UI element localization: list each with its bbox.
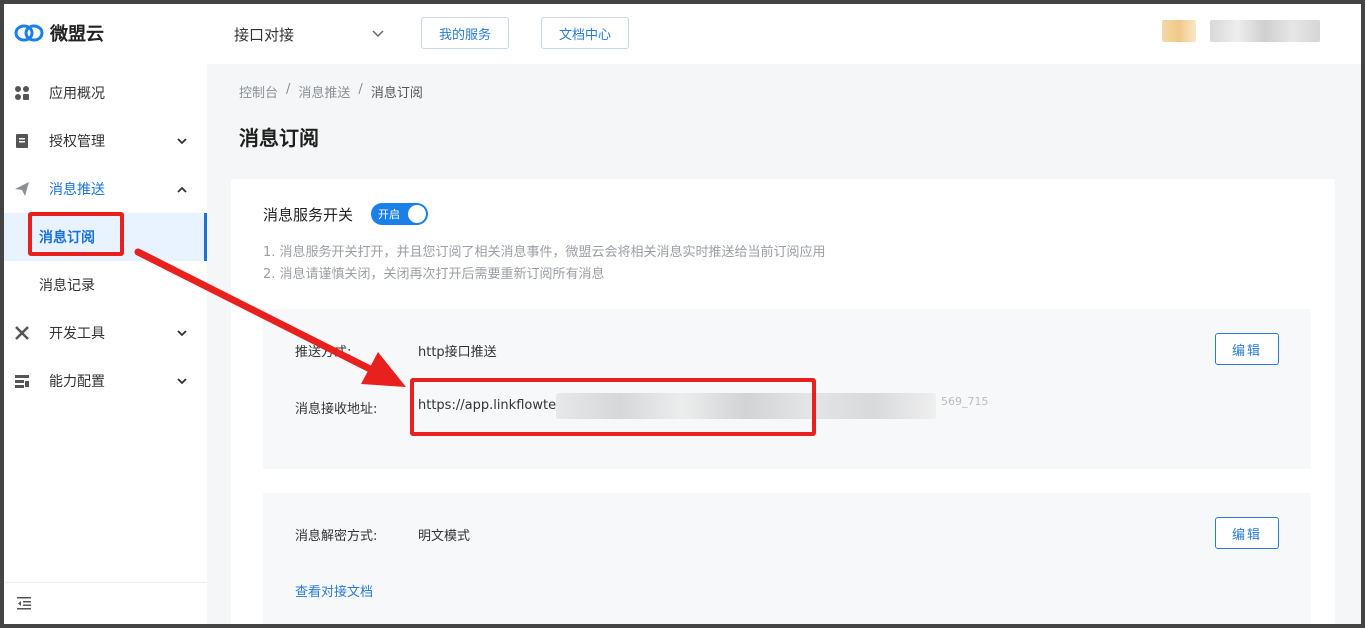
- sidebar-item-label: 能力配置: [49, 374, 105, 390]
- sidebar-item-label: 应用概况: [49, 86, 105, 102]
- breadcrumb: 控制台 / 消息推送 / 消息订阅: [239, 82, 423, 101]
- sidebar-item-auth-management[interactable]: 授权管理: [4, 117, 207, 165]
- receive-url-label: 消息接收地址:: [295, 402, 378, 417]
- message-service-toggle[interactable]: 开启: [371, 203, 429, 225]
- tip-line-1: 1. 消息服务开关打开，并且您订阅了相关消息事件，微盟云会将相关消息实时推送给当…: [263, 245, 826, 260]
- decrypt-method-value: 明文模式: [418, 529, 471, 544]
- sidebar-item-dev-tools[interactable]: 开发工具: [4, 309, 207, 357]
- breadcrumb-separator: /: [358, 82, 363, 97]
- chevron-down-icon: [176, 327, 188, 339]
- decrypt-config-section: 消息解密方式: 明文模式 编辑 查看对接文档: [263, 493, 1311, 624]
- push-method-label: 推送方式:: [295, 345, 352, 360]
- app-overview-icon: [14, 85, 30, 101]
- toggle-state-text: 开启: [378, 208, 401, 221]
- weimob-logo-icon: [14, 24, 44, 42]
- toggle-knob: [408, 205, 427, 223]
- sidebar-item-app-overview[interactable]: 应用概况: [4, 69, 207, 117]
- breadcrumb-current: 消息订阅: [370, 86, 423, 101]
- app-selector[interactable]: 接口对接: [234, 22, 384, 46]
- tools-icon: [14, 325, 30, 341]
- tip-line-2: 2. 消息请谨慎关闭，关闭再次打开后需要重新订阅所有消息: [263, 267, 605, 282]
- my-services-button[interactable]: 我的服务: [421, 17, 509, 49]
- avatar[interactable]: [1162, 20, 1196, 42]
- message-service-switch-row: 消息服务开关 开启: [263, 203, 429, 225]
- sidebar-item-label: 开发工具: [49, 326, 105, 342]
- sidebar-item-message-records[interactable]: 消息记录: [4, 261, 207, 309]
- logo[interactable]: 微盟云: [14, 20, 104, 46]
- sidebar-footer: [4, 582, 207, 624]
- sidebar-item-label: 消息推送: [49, 182, 105, 198]
- chevron-down-icon: [176, 375, 188, 387]
- highlight-box-menu: [28, 212, 124, 256]
- chevron-down-icon: [372, 30, 384, 38]
- breadcrumb-separator: /: [286, 82, 291, 97]
- page-title: 消息订阅: [239, 126, 319, 150]
- sidebar: 应用概况 授权管理 消息推送 消息订阅 消息记录 开发工具 能力配置: [4, 64, 207, 624]
- top-bar: 微盟云 接口对接 我的服务 文档中心: [4, 4, 1361, 64]
- push-method-value: http接口推送: [418, 345, 497, 360]
- breadcrumb-console[interactable]: 控制台: [239, 82, 278, 101]
- auth-doc-icon: [14, 133, 30, 149]
- send-icon: [14, 181, 30, 197]
- sidebar-item-message-push[interactable]: 消息推送: [4, 165, 207, 213]
- edit-decrypt-button[interactable]: 编辑: [1215, 517, 1279, 549]
- view-docs-link[interactable]: 查看对接文档: [295, 581, 373, 600]
- sidebar-item-capability-config[interactable]: 能力配置: [4, 357, 207, 405]
- switch-label: 消息服务开关: [263, 205, 354, 224]
- edit-push-button[interactable]: 编辑: [1215, 333, 1279, 365]
- user-name-redacted[interactable]: [1210, 20, 1320, 42]
- app-selector-value: 接口对接: [234, 25, 295, 44]
- sidebar-item-label: 消息记录: [39, 278, 95, 294]
- chevron-down-icon: [176, 135, 188, 147]
- breadcrumb-message-push[interactable]: 消息推送: [298, 82, 350, 101]
- logo-text: 微盟云: [50, 24, 104, 45]
- docs-center-button[interactable]: 文档中心: [541, 17, 629, 49]
- config-icon: [14, 373, 30, 389]
- receive-url-tail: 569_715: [941, 395, 989, 408]
- collapse-sidebar-icon[interactable]: [16, 595, 32, 611]
- highlight-box-url: [410, 378, 816, 436]
- chevron-up-icon: [176, 183, 188, 195]
- decrypt-method-label: 消息解密方式:: [295, 529, 378, 544]
- sidebar-item-label: 授权管理: [49, 134, 105, 150]
- app-window: 微盟云 接口对接 我的服务 文档中心 应用概况 授权管理 消息推送 消息订阅 消…: [4, 4, 1361, 624]
